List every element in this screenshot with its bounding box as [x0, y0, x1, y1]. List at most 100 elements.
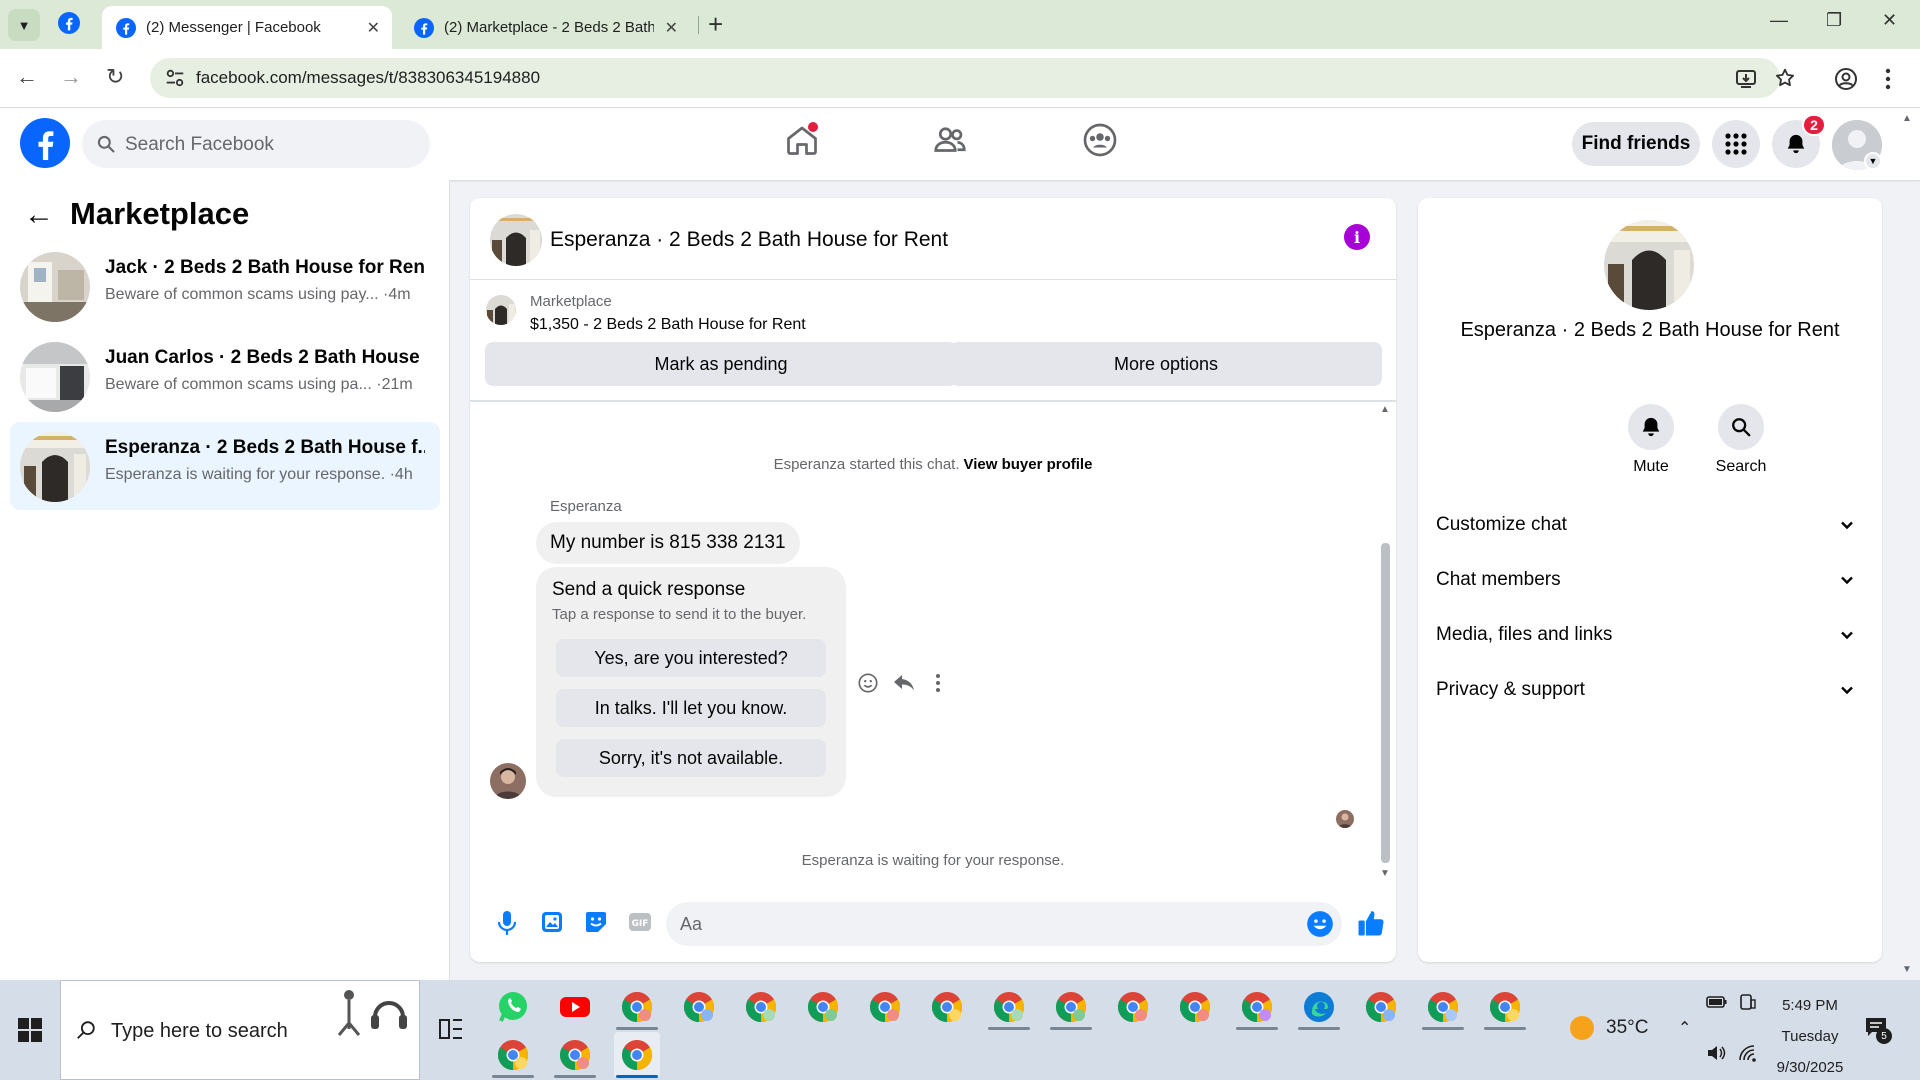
taskbar-chrome-active[interactable] — [614, 1032, 660, 1078]
taskbar-chrome-profile-9[interactable] — [1110, 984, 1156, 1030]
taskbar-chrome-profile-8[interactable] — [1048, 984, 1094, 1030]
volume-icon[interactable] — [1706, 1044, 1726, 1062]
taskbar-chrome-profile-5[interactable] — [862, 984, 908, 1030]
chrome-profile-icon[interactable] — [1834, 67, 1858, 91]
site-settings-icon[interactable] — [164, 67, 186, 89]
scroll-down-arrow-icon[interactable]: ▼ — [1380, 868, 1390, 879]
section-media-files-links[interactable]: Media, files and links — [1436, 616, 1864, 656]
taskbar-chrome-profile-1[interactable] — [614, 984, 660, 1030]
conversation-item-jack[interactable]: Jack · 2 Beds 2 Bath House for Rent Bewa… — [10, 242, 440, 330]
gif-icon[interactable]: GIF — [628, 910, 652, 934]
conversation-item-juan-carlos[interactable]: Juan Carlos · 2 Beds 2 Bath House ... Be… — [10, 332, 440, 420]
back-arrow-icon[interactable]: ← — [16, 64, 38, 90]
sticker-icon[interactable] — [584, 910, 608, 934]
tab-messenger[interactable]: (2) Messenger | Facebook ✕ — [102, 6, 392, 49]
conversation-item-esperanza[interactable]: Esperanza · 2 Beds 2 Bath House f... Esp… — [10, 422, 440, 510]
forward-arrow-icon[interactable]: → — [60, 64, 82, 90]
back-arrow-icon[interactable]: ← — [24, 198, 54, 232]
mute-button[interactable]: Mute — [1611, 404, 1691, 476]
quick-response-option[interactable]: Yes, are you interested? — [556, 639, 826, 677]
taskbar-chrome-profile-11[interactable] — [1234, 984, 1280, 1030]
address-bar[interactable]: facebook.com/messages/t/838306345194880 — [150, 58, 1780, 98]
taskbar-chrome-profile-3[interactable] — [738, 984, 784, 1030]
groups-icon[interactable] — [1082, 122, 1118, 158]
taskbar-chrome-profile-7[interactable] — [986, 984, 1032, 1030]
close-window-icon[interactable]: ✕ — [1882, 10, 1897, 31]
bookmark-star-icon[interactable] — [1774, 67, 1796, 89]
mark-as-pending-button[interactable]: Mark as pending — [485, 342, 957, 386]
taskbar-search-box[interactable]: Type here to search — [60, 980, 420, 1080]
device-icon[interactable] — [1738, 994, 1756, 1012]
notification-badge: 2 — [1802, 114, 1826, 136]
listing-thumbnail[interactable] — [486, 295, 516, 325]
more-options-button[interactable]: More options — [950, 342, 1382, 386]
chrome-icon — [745, 992, 777, 1022]
tab-search-chevron-icon[interactable]: ▼ — [8, 9, 40, 41]
react-emoji-icon[interactable] — [857, 672, 879, 694]
section-customize-chat[interactable]: Customize chat — [1436, 506, 1864, 546]
menu-grid-button[interactable] — [1712, 120, 1760, 168]
taskbar-chrome-profile-4[interactable] — [800, 984, 846, 1030]
notification-center-badge: 5 — [1876, 1028, 1892, 1044]
taskbar-chrome-profile-10[interactable] — [1172, 984, 1218, 1030]
microphone-icon[interactable] — [496, 910, 518, 936]
section-chat-members[interactable]: Chat members — [1436, 561, 1864, 601]
find-friends-button[interactable]: Find friends — [1572, 122, 1700, 166]
page-scroll-up-arrow-icon[interactable]: ▲ — [1902, 113, 1912, 124]
tab-close-icon[interactable]: ✕ — [665, 18, 678, 38]
system-clock[interactable]: 5:49 PM Tuesday 9/30/2025 — [1762, 990, 1858, 1080]
scroll-up-arrow-icon[interactable]: ▲ — [1380, 404, 1390, 415]
install-app-icon[interactable] — [1734, 67, 1758, 91]
restore-icon[interactable]: ❐ — [1826, 10, 1842, 31]
reload-icon[interactable]: ↻ — [106, 64, 124, 90]
message-bubble[interactable]: My number is 815 338 2131 — [536, 522, 800, 564]
pinned-tab-facebook[interactable] — [58, 12, 80, 39]
taskbar-chrome-profile-16[interactable] — [552, 1032, 598, 1078]
taskbar-chrome-profile-13[interactable] — [1420, 984, 1466, 1030]
friends-icon[interactable] — [932, 122, 968, 158]
taskbar-chrome-profile-15[interactable] — [490, 1032, 536, 1078]
taskbar-chrome-profile-2[interactable] — [676, 984, 722, 1030]
show-hidden-icons-chevron-up-icon[interactable]: ⌃ — [1678, 1018, 1691, 1038]
thumbs-up-icon[interactable] — [1356, 908, 1386, 938]
taskbar-edge[interactable] — [1296, 984, 1342, 1030]
tab-close-icon[interactable]: ✕ — [367, 18, 380, 38]
minimize-icon[interactable]: — — [1770, 10, 1788, 31]
quick-response-option[interactable]: Sorry, it's not available. — [556, 739, 826, 777]
taskbar-chrome-profile-14[interactable] — [1482, 984, 1528, 1030]
new-tab-plus-icon[interactable]: + — [708, 10, 723, 38]
account-chevron-down-icon[interactable]: ▼ — [1864, 152, 1882, 170]
windows-start-icon[interactable] — [18, 1018, 42, 1042]
emoji-icon[interactable] — [1306, 910, 1334, 938]
taskbar-whatsapp[interactable] — [490, 984, 536, 1030]
quick-response-title: Send a quick response — [552, 579, 746, 600]
reply-icon[interactable] — [892, 672, 916, 694]
listing-title[interactable]: $1,350 - 2 Beds 2 Bath House for Rent — [530, 316, 806, 334]
page-scroll-down-arrow-icon[interactable]: ▼ — [1902, 964, 1912, 975]
tab-marketplace[interactable]: (2) Marketplace - 2 Beds 2 Bath ✕ — [400, 6, 690, 49]
chat-avatar[interactable] — [490, 214, 542, 266]
sender-avatar[interactable] — [490, 763, 526, 799]
wifi-icon[interactable] — [1738, 1044, 1758, 1062]
taskbar-youtube[interactable] — [552, 984, 598, 1030]
facebook-search-box[interactable]: Search Facebook — [82, 120, 430, 168]
facebook-logo-icon[interactable] — [20, 118, 70, 168]
listing-avatar[interactable] — [1604, 220, 1694, 310]
quick-response-option[interactable]: In talks. I'll let you know. — [556, 689, 826, 727]
taskbar-chrome-profile-12[interactable] — [1358, 984, 1404, 1030]
mute-label: Mute — [1633, 458, 1669, 475]
view-buyer-profile-link[interactable]: View buyer profile — [964, 456, 1093, 473]
search-in-conversation-button[interactable]: Search — [1701, 404, 1781, 476]
message-input[interactable]: Aa — [666, 902, 1342, 946]
more-actions-icon[interactable] — [934, 672, 942, 694]
photo-icon[interactable] — [540, 910, 564, 934]
weather-widget[interactable]: 35°C — [1570, 1016, 1648, 1040]
task-view-icon[interactable] — [438, 1016, 464, 1042]
chat-scrollbar-thumb[interactable] — [1381, 543, 1390, 863]
taskbar-chrome-profile-6[interactable] — [924, 984, 970, 1030]
section-privacy-support[interactable]: Privacy & support — [1436, 671, 1864, 711]
chrome-menu-icon[interactable] — [1884, 67, 1892, 91]
battery-icon[interactable] — [1706, 994, 1728, 1010]
conversation-info-icon[interactable]: i — [1344, 224, 1370, 250]
chat-title[interactable]: Esperanza · 2 Beds 2 Bath House for Rent — [550, 228, 948, 252]
